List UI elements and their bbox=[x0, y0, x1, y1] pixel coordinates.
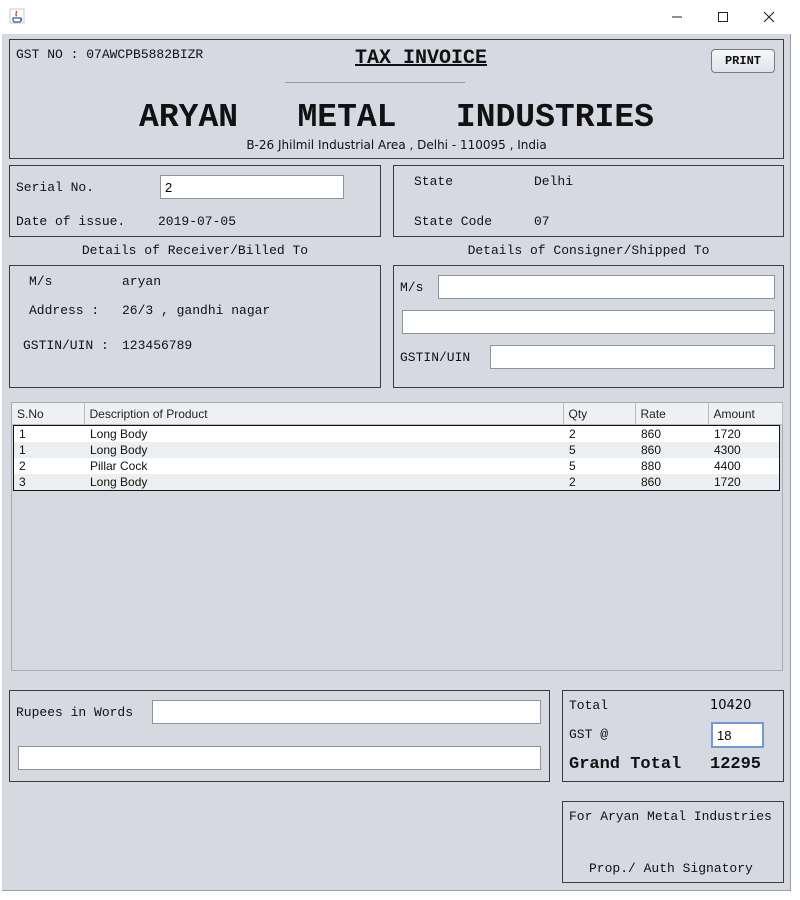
date-value: 2019-07-05 bbox=[158, 214, 237, 229]
signatory-panel: For Aryan Metal Industries Prop./ Auth S… bbox=[562, 801, 784, 883]
cell-sno: 1 bbox=[14, 426, 85, 442]
company-name: ARYAN METAL INDUSTRIES bbox=[139, 99, 654, 136]
column-header[interactable]: S.No bbox=[12, 403, 85, 425]
table-body-border: 1 Long Body 2 860 1720 1 Long Body 5 860… bbox=[13, 425, 780, 491]
java-app-icon bbox=[9, 8, 25, 24]
total-label: Total bbox=[569, 698, 609, 713]
cell-qty: 2 bbox=[564, 474, 636, 490]
header-panel: GST NO : 07AWCPB5882BIZR TAX INVOICE PRI… bbox=[9, 39, 784, 159]
cell-sno: 3 bbox=[14, 474, 85, 490]
consignee-gstin-input[interactable] bbox=[490, 345, 775, 369]
receiver-ms-label: M/s bbox=[29, 274, 53, 289]
items-table-scrollpane[interactable]: S.No Description of Product Qty Rate Amo… bbox=[11, 402, 783, 671]
table-row[interactable]: 3 Long Body 2 860 1720 bbox=[14, 474, 779, 490]
receiver-address-label: Address : bbox=[29, 303, 100, 318]
minimize-icon bbox=[672, 16, 682, 18]
date-label: Date of issue. bbox=[16, 214, 126, 229]
signatory-company: For Aryan Metal Industries bbox=[569, 809, 772, 824]
state-code-value: 07 bbox=[534, 214, 550, 229]
close-button[interactable] bbox=[746, 0, 792, 34]
receiver-panel: M/s aryan Address : 26/3 , gandhi nagar … bbox=[9, 265, 381, 388]
cell-amount: 4400 bbox=[709, 458, 779, 474]
cell-description: Long Body bbox=[85, 442, 564, 458]
state-panel: State Delhi State Code 07 bbox=[393, 165, 784, 237]
company-address: B-26 Jhilmil Industrial Area , Delhi - 1… bbox=[246, 138, 547, 152]
totals-panel: Total 10420 GST @ Grand Total 12295 bbox=[562, 690, 784, 782]
receiver-gstin-label: GSTIN/UIN : bbox=[23, 338, 109, 353]
consignee-panel: M/s GSTIN/UIN bbox=[393, 265, 784, 388]
consignee-gstin-label: GSTIN/UIN bbox=[400, 350, 471, 365]
title-divider bbox=[285, 82, 465, 83]
minimize-button[interactable] bbox=[654, 0, 700, 34]
window-titlebar bbox=[0, 0, 800, 34]
cell-description: Pillar Cock bbox=[85, 458, 564, 474]
cell-rate: 880 bbox=[636, 458, 709, 474]
receiver-ms-value: aryan bbox=[122, 274, 162, 289]
column-header[interactable]: Description of Product bbox=[84, 403, 564, 425]
cell-amount: 4300 bbox=[709, 442, 779, 458]
items-table: S.No Description of Product Qty Rate Amo… bbox=[12, 403, 783, 425]
words-panel: Rupees in Words bbox=[9, 690, 550, 782]
cell-qty: 5 bbox=[564, 458, 636, 474]
column-header[interactable]: Amount bbox=[708, 403, 783, 425]
total-value: 10420 bbox=[710, 698, 752, 713]
words-input-line2[interactable] bbox=[18, 746, 541, 770]
maximize-button[interactable] bbox=[700, 0, 746, 34]
cell-rate: 860 bbox=[636, 474, 709, 490]
gst-rate-input[interactable] bbox=[711, 722, 764, 748]
column-header[interactable]: Qty bbox=[563, 403, 636, 425]
gst-rate-label: GST @ bbox=[569, 727, 609, 742]
grand-total-value: 12295 bbox=[710, 755, 762, 774]
cell-description: Long Body bbox=[85, 426, 564, 442]
grand-total-label: Grand Total bbox=[569, 755, 682, 774]
cell-amount: 1720 bbox=[709, 474, 779, 490]
words-label: Rupees in Words bbox=[16, 705, 134, 720]
table-row[interactable]: 1 Long Body 2 860 1720 bbox=[14, 426, 779, 442]
consignee-ms-label: M/s bbox=[400, 280, 424, 295]
table-header-row: S.No Description of Product Qty Rate Amo… bbox=[12, 403, 783, 425]
consignee-ms-input[interactable] bbox=[438, 275, 775, 299]
items-table-body: 1 Long Body 2 860 1720 1 Long Body 5 860… bbox=[14, 426, 779, 490]
state-value: Delhi bbox=[534, 174, 574, 189]
document-title: TAX INVOICE bbox=[355, 47, 488, 70]
maximize-icon bbox=[718, 12, 728, 22]
consignee-address-input[interactable] bbox=[402, 310, 775, 334]
close-icon bbox=[763, 11, 775, 23]
table-row[interactable]: 2 Pillar Cock 5 880 4400 bbox=[14, 458, 779, 474]
cell-qty: 2 bbox=[564, 426, 636, 442]
gst-number: GST NO : 07AWCPB5882BIZR bbox=[16, 47, 204, 62]
cell-sno: 2 bbox=[14, 458, 85, 474]
invoice-window: GST NO : 07AWCPB5882BIZR TAX INVOICE PRI… bbox=[2, 34, 791, 891]
invoice-info-panel: Serial No. Date of issue. 2019-07-05 bbox=[9, 165, 381, 237]
cell-description: Long Body bbox=[85, 474, 564, 490]
state-code-label: State Code bbox=[414, 214, 493, 229]
cell-rate: 860 bbox=[636, 426, 709, 442]
cell-qty: 5 bbox=[564, 442, 636, 458]
consignee-heading: Details of Consigner/Shipped To bbox=[467, 243, 710, 258]
serial-input[interactable] bbox=[160, 175, 344, 199]
table-row[interactable]: 1 Long Body 5 860 4300 bbox=[14, 442, 779, 458]
serial-label: Serial No. bbox=[16, 180, 95, 195]
print-button[interactable]: PRINT bbox=[711, 49, 775, 73]
cell-rate: 860 bbox=[636, 442, 709, 458]
receiver-address-value: 26/3 , gandhi nagar bbox=[122, 303, 271, 318]
cell-amount: 1720 bbox=[709, 426, 779, 442]
signatory-line: Prop./ Auth Signatory bbox=[589, 861, 753, 876]
receiver-gstin-value: 123456789 bbox=[122, 338, 193, 353]
column-header[interactable]: Rate bbox=[635, 403, 709, 425]
words-input-line1[interactable] bbox=[152, 700, 541, 724]
receiver-heading: Details of Receiver/Billed To bbox=[81, 243, 309, 258]
cell-sno: 1 bbox=[14, 442, 85, 458]
state-label: State bbox=[414, 174, 454, 189]
